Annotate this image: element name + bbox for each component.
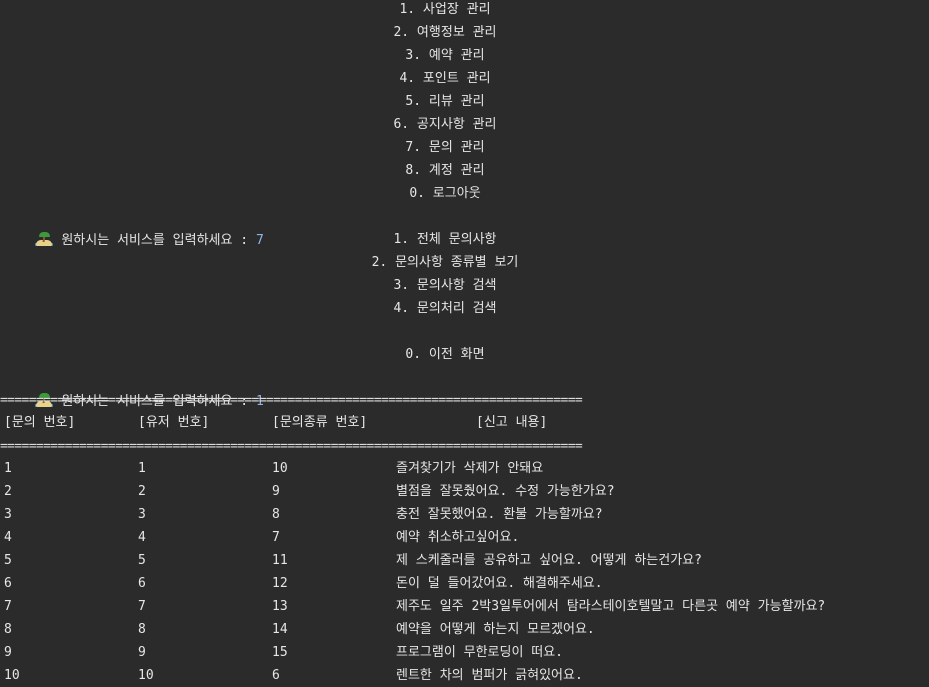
cell-report-content: 즐겨찾기가 삭제가 안돼요 bbox=[396, 461, 544, 476]
main-menu-item-4: 4. 포인트 관리 bbox=[399, 71, 491, 86]
header-inquiry-no: [문의 번호] bbox=[4, 415, 76, 430]
cell-user-no: 9 bbox=[138, 645, 146, 660]
terminal-window[interactable]: 1. 사업장 관리 2. 여행정보 관리 3. 예약 관리 4. 포인트 관리 … bbox=[0, 0, 929, 687]
main-menu-item-1: 1. 사업장 관리 bbox=[399, 2, 491, 17]
header-inquiry-type-no: [문의종류 번호] bbox=[272, 415, 368, 430]
cell-inquiry-no: 4 bbox=[4, 530, 12, 545]
cell-inquiry-no: 5 bbox=[4, 553, 12, 568]
inquiry-menu-blank bbox=[0, 322, 890, 342]
main-menu-item-3: 3. 예약 관리 bbox=[405, 48, 485, 63]
cell-report-content: 충전 잘못했어요. 환불 가능할까요? bbox=[396, 507, 603, 522]
table-separator-header: ========================================… bbox=[0, 439, 583, 454]
cell-report-content: 별점을 잘못줬어요. 수정 가능한가요? bbox=[396, 484, 615, 499]
table-row: 7 7 13 제주도 일주 2박3일투어에서 탐라스테이호텔말고 다른곳 예약 가능할… bbox=[0, 597, 929, 617]
inquiry-menu-item-3: 3. 문의사항 검색 bbox=[393, 278, 497, 293]
cell-user-no: 7 bbox=[138, 599, 146, 614]
table-row: 2 2 9 별점을 잘못줬어요. 수정 가능한가요? bbox=[0, 482, 929, 502]
cell-inquiry-type-no: 6 bbox=[272, 668, 280, 683]
main-menu-item-2: 2. 여행정보 관리 bbox=[393, 25, 497, 40]
table-row: 10 10 6 렌트한 차의 범퍼가 긁혀있어요. bbox=[0, 666, 929, 686]
inquiry-menu-item-1: 1. 전체 문의사항 bbox=[393, 232, 497, 247]
cell-inquiry-no: 8 bbox=[4, 622, 12, 637]
table-header: [문의 번호] [유저 번호] [문의종류 번호] [신고 내용] bbox=[0, 413, 929, 433]
table-row: 9 9 15 프로그램이 무한로딩이 떠요. bbox=[0, 643, 929, 663]
cell-report-content: 예약 취소하고싶어요. bbox=[396, 530, 520, 545]
cell-report-content: 제 스케줄러를 공유하고 싶어요. 어떻게 하는건가요? bbox=[396, 553, 702, 568]
cell-user-no: 2 bbox=[138, 484, 146, 499]
service-prompt-1: 원하시는 서비스를 입력하세요 : 7 bbox=[0, 211, 264, 248]
cell-inquiry-type-no: 10 bbox=[272, 461, 288, 476]
inquiry-menu-item-0: 0. 이전 화면 bbox=[405, 347, 485, 362]
header-user-no: [유저 번호] bbox=[138, 415, 210, 430]
table-row: 5 5 11 제 스케줄러를 공유하고 싶어요. 어떻게 하는건가요? bbox=[0, 551, 929, 571]
cell-inquiry-type-no: 9 bbox=[272, 484, 280, 499]
main-menu-item-6: 6. 공지사항 관리 bbox=[393, 117, 497, 132]
cell-report-content: 프로그램이 무한로딩이 떠요. bbox=[396, 645, 564, 660]
cell-report-content: 제주도 일주 2박3일투어에서 탐라스테이호텔말고 다른곳 예약 가능할까요? bbox=[396, 599, 826, 614]
main-menu-item-7: 7. 문의 관리 bbox=[405, 140, 485, 155]
table-row: 8 8 14 예약을 어떻게 하는지 모르겠어요. bbox=[0, 620, 929, 640]
cell-inquiry-type-no: 12 bbox=[272, 576, 288, 591]
cell-inquiry-type-no: 7 bbox=[272, 530, 280, 545]
table-row: 6 6 12 돈이 덜 들어갔어요. 해결해주세요. bbox=[0, 574, 929, 594]
cell-report-content: 돈이 덜 들어갔어요. 해결해주세요. bbox=[396, 576, 603, 591]
table-row: 4 4 7 예약 취소하고싶어요. bbox=[0, 528, 929, 548]
cell-user-no: 8 bbox=[138, 622, 146, 637]
cell-user-no: 5 bbox=[138, 553, 146, 568]
cell-inquiry-type-no: 14 bbox=[272, 622, 288, 637]
cell-user-no: 6 bbox=[138, 576, 146, 591]
inquiry-menu-item-2: 2. 문의사항 종류별 보기 bbox=[371, 255, 519, 270]
cell-inquiry-type-no: 15 bbox=[272, 645, 288, 660]
cell-inquiry-type-no: 11 bbox=[272, 553, 288, 568]
cell-inquiry-no: 2 bbox=[4, 484, 12, 499]
cell-inquiry-no: 3 bbox=[4, 507, 12, 522]
cell-inquiry-no: 6 bbox=[4, 576, 12, 591]
cell-inquiry-no: 9 bbox=[4, 645, 12, 660]
cell-inquiry-no: 1 bbox=[4, 461, 12, 476]
main-menu-item-0: 0. 로그아웃 bbox=[409, 186, 481, 201]
service-prompt-2: 원하시는 서비스를 입력하세요 : 1 bbox=[0, 372, 264, 409]
main-menu-item-8: 8. 계정 관리 bbox=[405, 163, 485, 178]
cell-user-no: 10 bbox=[138, 668, 154, 683]
cell-user-no: 3 bbox=[138, 507, 146, 522]
cell-inquiry-no: 7 bbox=[4, 599, 12, 614]
cell-report-content: 예약을 어떻게 하는지 모르겠어요. bbox=[396, 622, 595, 637]
table-row: 3 3 8 충전 잘못했어요. 환불 가능할까요? bbox=[0, 505, 929, 525]
cell-inquiry-no: 10 bbox=[4, 668, 20, 683]
table-separator-top: ========================================… bbox=[0, 393, 583, 408]
table-row: 1 1 10 즐겨찾기가 삭제가 안돼요 bbox=[0, 459, 929, 479]
cell-user-no: 1 bbox=[138, 461, 146, 476]
cell-inquiry-type-no: 13 bbox=[272, 599, 288, 614]
cell-inquiry-type-no: 8 bbox=[272, 507, 280, 522]
cell-user-no: 4 bbox=[138, 530, 146, 545]
main-menu-item-5: 5. 리뷰 관리 bbox=[405, 94, 485, 109]
header-report-content: [신고 내용] bbox=[476, 415, 548, 430]
cell-report-content: 렌트한 차의 범퍼가 긁혀있어요. bbox=[396, 668, 583, 683]
inquiry-menu-item-4: 4. 문의처리 검색 bbox=[393, 301, 497, 316]
